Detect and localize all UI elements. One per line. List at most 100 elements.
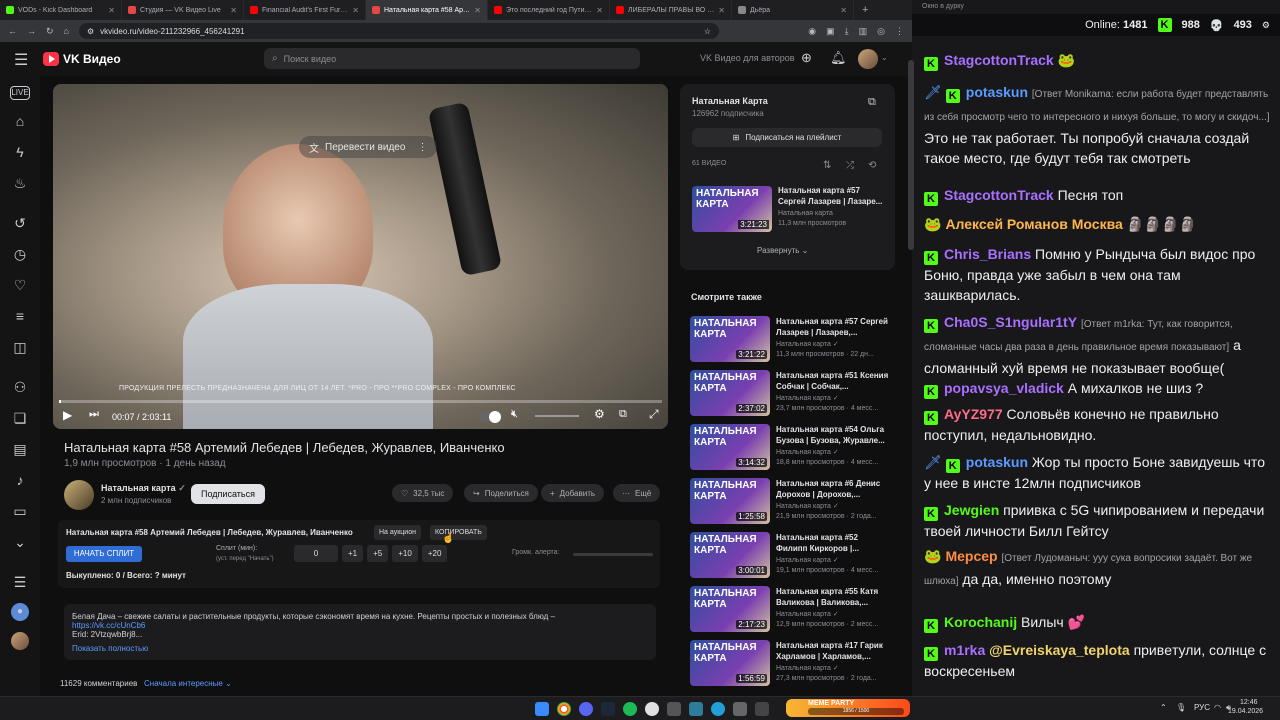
- share-button[interactable]: ↪ Поделиться: [464, 484, 538, 502]
- watch-later-icon[interactable]: ◷: [10, 244, 30, 264]
- profile-icon[interactable]: ◎: [877, 26, 885, 37]
- chat-username[interactable]: potaskun: [966, 84, 1028, 100]
- clips-icon[interactable]: ♨: [10, 173, 30, 193]
- chat-username[interactable]: StagcottonTrack: [944, 52, 1054, 68]
- subscribe-button[interactable]: Подписаться: [191, 484, 265, 504]
- recommended-title[interactable]: Натальная карта #54 Ольга Бузова | Бузов…: [776, 424, 890, 446]
- book-icon[interactable]: ❏: [10, 408, 30, 428]
- chevron-down-icon[interactable]: ⌄: [881, 53, 888, 62]
- extension-icon[interactable]: ▣: [826, 26, 835, 37]
- spotify-icon[interactable]: [623, 702, 637, 716]
- menu-dots-icon[interactable]: ⋮: [895, 26, 904, 37]
- stats-icon[interactable]: ◫: [10, 337, 30, 357]
- chat-scrollbar[interactable]: [908, 60, 914, 250]
- telegram-icon[interactable]: [711, 702, 725, 716]
- tab-close-icon[interactable]: ✕: [718, 6, 725, 15]
- settings-gear-icon[interactable]: ⚙: [1262, 20, 1270, 31]
- browser-tab[interactable]: ЛИБЕРАЛЫ ПРАВЫ ВО ВСЕМ... ✕: [610, 0, 732, 20]
- back-icon[interactable]: ←: [8, 26, 17, 36]
- picture-in-picture-icon[interactable]: ⧉: [619, 408, 627, 421]
- next-icon[interactable]: ⏭︎: [89, 408, 99, 421]
- clock-time[interactable]: 12:46: [1240, 699, 1258, 706]
- video-thumbnail[interactable]: НАТАЛЬНАЯ КАРТА 1:25:58: [690, 478, 770, 524]
- browser-tab[interactable]: Это последний год Путина... ✕: [488, 0, 610, 20]
- film-icon[interactable]: ▤: [10, 439, 30, 459]
- search-input[interactable]: ⌕ Поиск видео: [264, 48, 640, 69]
- playlist-item-title[interactable]: Натальная карта #57 Сергей Лазарев | Лаз…: [778, 185, 886, 207]
- chevron-down-icon[interactable]: ⌄: [10, 532, 30, 552]
- description-link[interactable]: https://vk.cc/cUnCb6: [72, 621, 145, 630]
- subscribe-playlist-button[interactable]: ⊞ Подписаться на плейлист: [692, 128, 882, 147]
- recommended-video[interactable]: НАТАЛЬНАЯ КАРТА 1:25:58 Натальная карта #6…: [690, 478, 890, 524]
- notifications-bell-icon[interactable]: 🔔︎: [830, 50, 847, 66]
- chat-username[interactable]: Алексей Романов Москва: [945, 216, 1122, 232]
- playlist-name[interactable]: Натальная Карта: [692, 96, 768, 106]
- chat-username[interactable]: AyYZ977: [944, 406, 1003, 422]
- volume-slider[interactable]: [535, 415, 579, 417]
- vk-video-logo-icon[interactable]: [43, 52, 59, 66]
- split-increment-button[interactable]: +1: [342, 545, 364, 562]
- chat-username[interactable]: StagcottonTrack: [944, 187, 1054, 203]
- chat-username[interactable]: Jewgien: [944, 502, 999, 518]
- channels-icon[interactable]: ⚇: [10, 377, 30, 397]
- expand-playlist-button[interactable]: Развернуть ⌄: [757, 246, 808, 255]
- lightning-icon[interactable]: ϟ: [10, 142, 30, 162]
- progress-bar[interactable]: [59, 400, 662, 403]
- new-tab-icon[interactable]: +: [862, 4, 868, 16]
- split-increment-button[interactable]: +10: [392, 545, 418, 562]
- recommended-video[interactable]: НАТАЛЬНАЯ КАРТА 2:17:23 Натальная карта #5…: [690, 586, 890, 632]
- tab-close-icon[interactable]: ✕: [840, 6, 847, 15]
- download-icon[interactable]: ⤓: [845, 26, 849, 37]
- mic-icon[interactable]: 🎙︎: [1176, 703, 1186, 712]
- playlists-icon[interactable]: ≡: [10, 306, 30, 326]
- video-thumbnail[interactable]: НАТАЛЬНАЯ КАРТА 2:17:23: [690, 586, 770, 632]
- sort-icon[interactable]: ⇅: [823, 160, 831, 171]
- alert-volume-slider[interactable]: [573, 553, 653, 556]
- video-thumbnail[interactable]: НАТАЛЬНАЯ КАРТА 1:56:59: [690, 640, 770, 686]
- fullscreen-icon[interactable]: ⤢: [649, 407, 659, 422]
- browser-tab[interactable]: VODs - Kick Dashboard ✕: [0, 0, 122, 20]
- chat-username[interactable]: potaskun: [966, 454, 1028, 470]
- avatar[interactable]: [858, 49, 878, 69]
- chat-username[interactable]: popavsya_vladick: [944, 380, 1064, 396]
- lang-indicator[interactable]: РУС: [1194, 703, 1210, 712]
- upload-plus-icon[interactable]: ⊕: [801, 50, 812, 66]
- history-icon[interactable]: ↺: [10, 213, 30, 233]
- comments-sort[interactable]: Сначала интересные ⌄: [144, 679, 232, 688]
- meme-party-widget[interactable]: MEME PARTY 1856 / 1500: [786, 699, 910, 717]
- subscriptions-icon[interactable]: ☰: [10, 572, 30, 592]
- recommended-title[interactable]: Натальная карта #55 Катя Валикова | Вали…: [776, 586, 890, 608]
- shuffle-icon[interactable]: ⤮: [846, 160, 854, 171]
- video-player[interactable]: 文 Перевести видео ⋮ ПРОДУКЦИЯ ПРЕЛЕСТЬ П…: [53, 84, 668, 429]
- recommended-video[interactable]: НАТАЛЬНАЯ КАРТА 1:56:59 Натальная карта #1…: [690, 640, 890, 686]
- copy-icon[interactable]: ⧉: [868, 96, 876, 109]
- play-icon[interactable]: ▶: [63, 408, 72, 422]
- tv-icon[interactable]: ▭: [10, 501, 30, 521]
- recommended-title[interactable]: Натальная карта #6 Денис Дорохов | Дорох…: [776, 478, 890, 500]
- network-icon[interactable]: ◠: [1214, 703, 1221, 712]
- tray-chevron-icon[interactable]: ⌃: [1160, 703, 1167, 712]
- chat-username[interactable]: Korochanij: [944, 614, 1017, 630]
- site-info-icon[interactable]: ⚙: [87, 27, 94, 36]
- chrome-icon[interactable]: [557, 702, 571, 716]
- hamburger-icon[interactable]: ☰: [14, 50, 28, 70]
- home-icon[interactable]: ⌂: [64, 26, 69, 36]
- chat-username[interactable]: Cha0S_S1ngular1tY: [944, 314, 1077, 330]
- tab-close-icon[interactable]: ✕: [596, 6, 603, 15]
- more-dots-icon[interactable]: ⋮: [417, 142, 427, 153]
- like-button[interactable]: ♡ 32,5 тыс: [392, 484, 454, 502]
- tab-close-icon[interactable]: ✕: [474, 6, 481, 15]
- authors-link[interactable]: VK Видео для авторов: [700, 53, 795, 63]
- more-button[interactable]: ··· Ещё: [613, 484, 661, 502]
- translate-video-button[interactable]: 文 Перевести видео ⋮: [299, 136, 438, 158]
- auction-button[interactable]: На аукцион: [374, 525, 421, 540]
- split-minutes-input[interactable]: 0: [294, 545, 338, 562]
- forward-icon[interactable]: →: [27, 26, 36, 36]
- vk-logo-text[interactable]: VK Видео: [63, 52, 121, 66]
- recommended-title[interactable]: Натальная карта #52 Филипп Киркоров |...: [776, 532, 890, 554]
- recommended-video[interactable]: НАТАЛЬНАЯ КАРТА 3:14:32 Натальная карта #5…: [690, 424, 890, 470]
- recommended-video[interactable]: НАТАЛЬНАЯ КАРТА 2:37:02 Натальная карта #5…: [690, 370, 890, 416]
- browser-tab[interactable]: Натальная карта #58 Артем... ✕: [366, 0, 488, 20]
- avatar[interactable]: [11, 632, 29, 650]
- reload-icon[interactable]: ↻: [46, 26, 54, 37]
